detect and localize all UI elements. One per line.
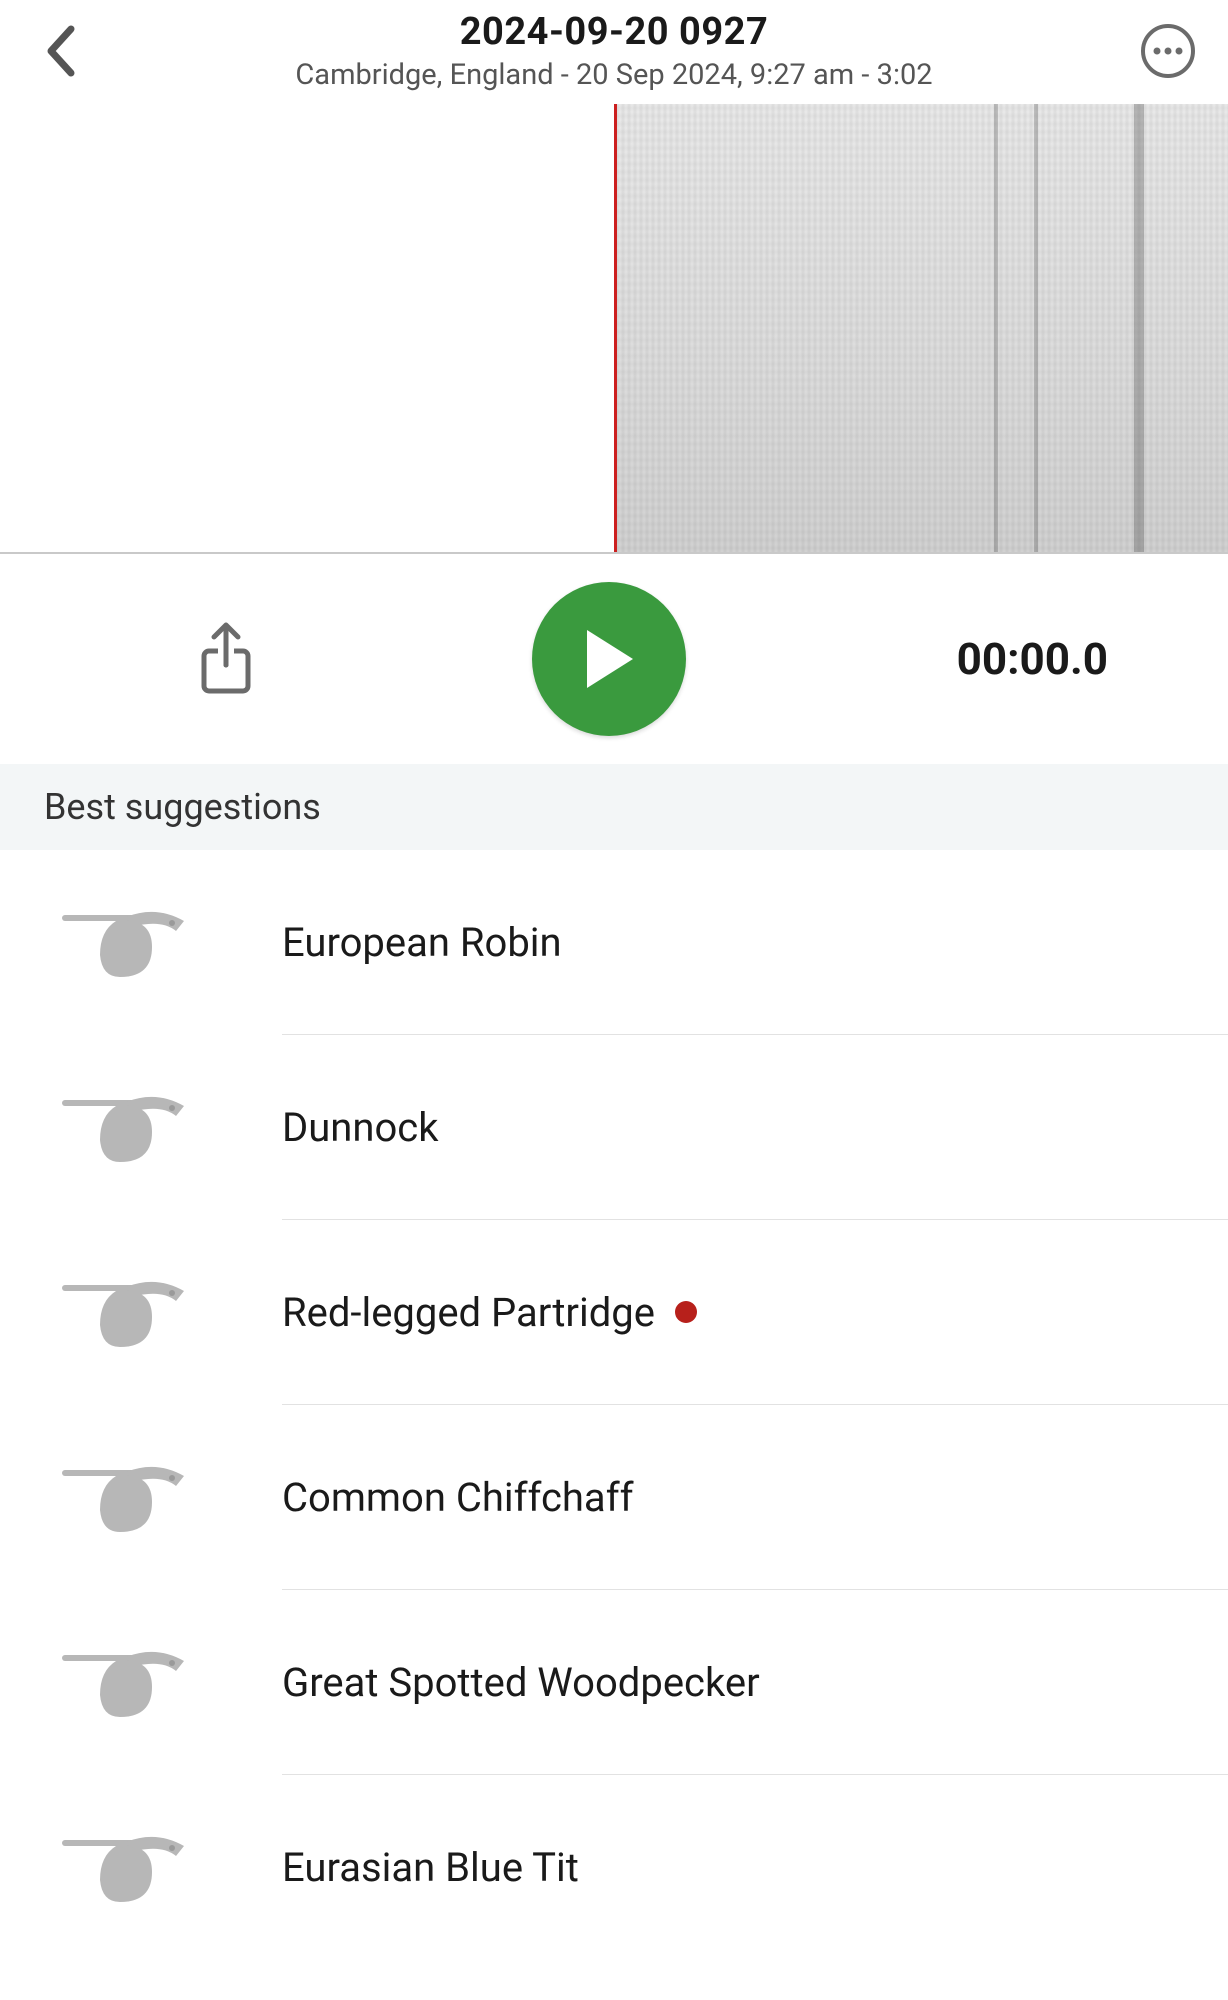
playback-time: 00:00.0 [957,633,1108,685]
play-icon [581,628,637,690]
suggestion-name: Dunnock [282,1104,439,1151]
spectrogram-streak [1134,104,1144,552]
spectrogram[interactable] [0,104,1228,554]
playback-controls: 00:00.0 [0,554,1228,764]
more-horizontal-icon [1140,23,1196,79]
suggestion-row[interactable]: Eurasian Blue Tit [0,1775,1228,1959]
play-button[interactable] [532,582,686,736]
suggestion-label: Great Spotted Woodpecker [282,1659,760,1706]
share-icon [196,621,256,697]
suggestion-label: Eurasian Blue Tit [282,1844,579,1891]
back-button[interactable] [28,19,92,83]
suggestion-name: European Robin [282,919,562,966]
title-block: 2024-09-20 0927 Cambridge, England - 20 … [92,10,1136,92]
suggestion-name: Red-legged Partridge [282,1289,655,1336]
suggestion-label: European Robin [282,919,562,966]
spectrogram-streak [994,104,998,552]
suggestion-row[interactable]: Dunnock [0,1035,1228,1219]
bird-icon [56,1077,206,1177]
suggestion-name: Great Spotted Woodpecker [282,1659,760,1706]
share-button[interactable] [190,623,262,695]
bird-icon [56,1817,206,1917]
suggestion-row[interactable]: Common Chiffchaff [0,1405,1228,1589]
suggestion-row[interactable]: Red-legged Partridge [0,1220,1228,1404]
suggestions-list: European Robin Dunnock Red-legged Partri… [0,850,1228,1959]
best-suggestions-header: Best suggestions [0,764,1228,850]
spectrogram-streak [1034,104,1038,552]
header: 2024-09-20 0927 Cambridge, England - 20 … [0,0,1228,100]
page-title: 2024-09-20 0927 [92,10,1136,54]
flag-dot-icon [675,1301,697,1323]
suggestion-label: Red-legged Partridge [282,1289,697,1336]
bird-icon [56,1262,206,1362]
bird-icon [56,1447,206,1547]
playhead[interactable] [614,104,617,552]
suggestion-row[interactable]: Great Spotted Woodpecker [0,1590,1228,1774]
more-button[interactable] [1136,19,1200,83]
bird-icon [56,1632,206,1732]
bird-icon [56,892,206,992]
chevron-left-icon [43,25,77,77]
suggestion-row[interactable]: European Robin [0,850,1228,1034]
suggestion-label: Dunnock [282,1104,439,1151]
page-subtitle: Cambridge, England - 20 Sep 2024, 9:27 a… [92,58,1136,92]
suggestion-name: Eurasian Blue Tit [282,1844,579,1891]
suggestion-label: Common Chiffchaff [282,1474,634,1521]
suggestion-name: Common Chiffchaff [282,1474,634,1521]
